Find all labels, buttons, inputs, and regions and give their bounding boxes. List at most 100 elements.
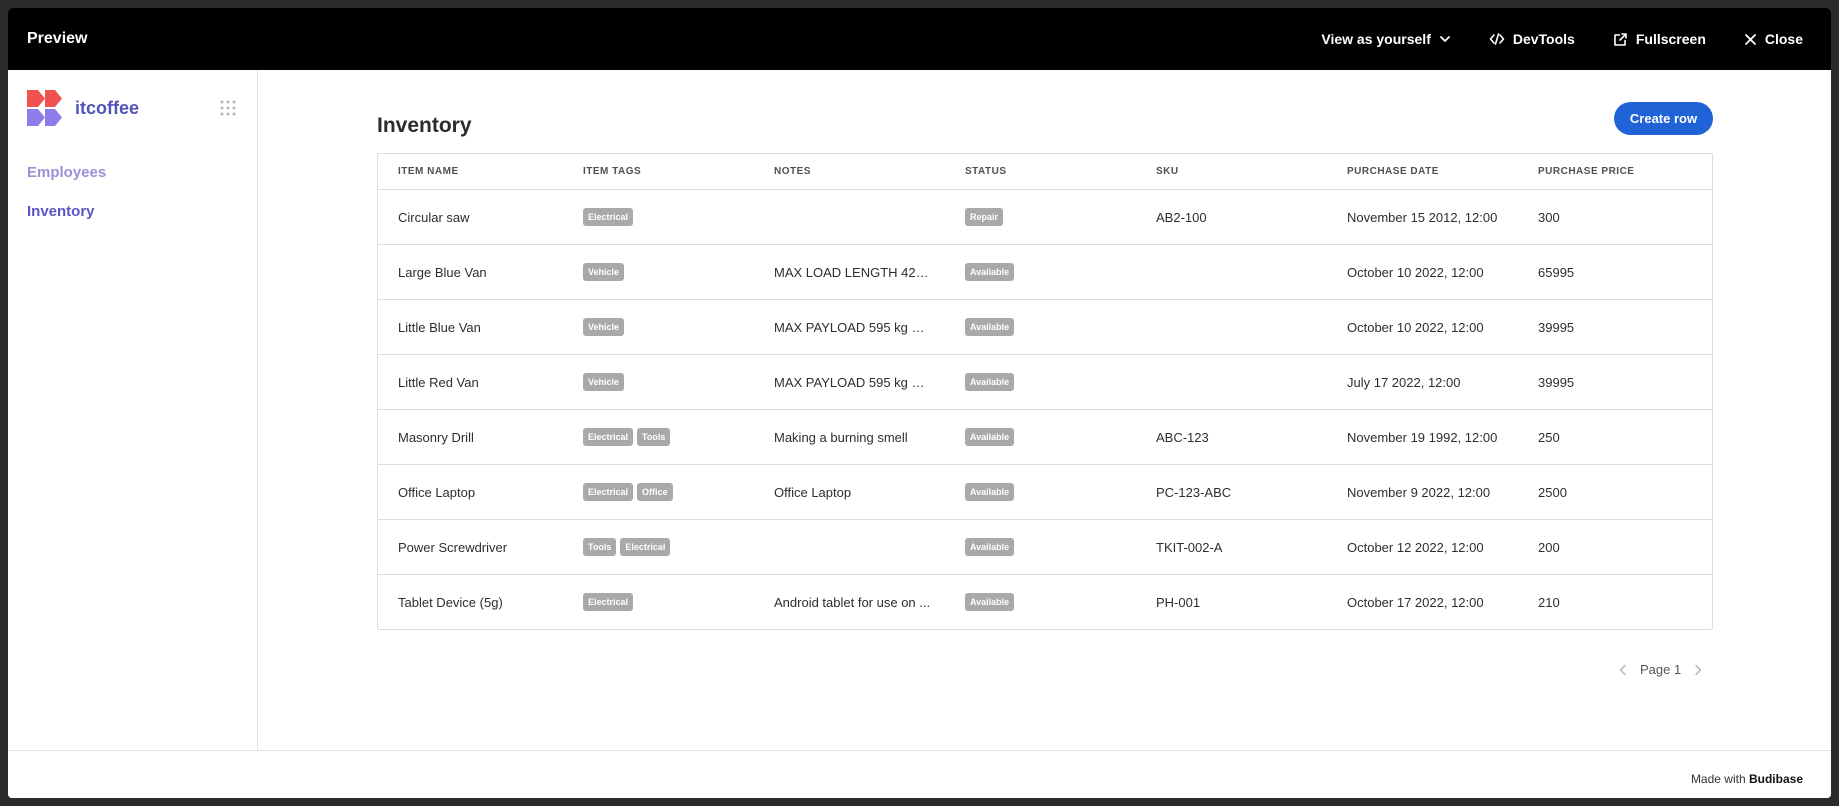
- cell-sku: AB2-100: [1156, 209, 1207, 225]
- table-row[interactable]: Circular saw Electrical Repair AB2-100 Novem…: [378, 190, 1712, 245]
- cell-item-tags: Vehicle: [563, 263, 754, 281]
- status-badge: Available: [965, 593, 1015, 611]
- preview-topbar: Preview View as yourself DevTools Fullsc…: [8, 8, 1831, 70]
- made-with-text: Made with: [1690, 772, 1746, 786]
- tag-badge: Tools: [637, 428, 671, 446]
- cell-purchase-date: October 10 2022, 12:00: [1347, 319, 1484, 335]
- column-header-status[interactable]: STATUS: [945, 166, 1136, 177]
- column-header-item-name[interactable]: ITEM NAME: [378, 166, 563, 177]
- view-as-dropdown[interactable]: View as yourself: [1321, 31, 1450, 47]
- table-row[interactable]: Little Red Van Vehicle MAX PAYLOAD 595 kg …: [378, 355, 1712, 410]
- table-header: ITEM NAME ITEM TAGS NOTES STATUS SKU PUR…: [378, 154, 1712, 190]
- close-label: Close: [1764, 31, 1803, 47]
- column-header-purchase-price[interactable]: PURCHASE PRICE: [1518, 166, 1712, 177]
- cell-item-tags: Vehicle: [563, 373, 754, 391]
- cell-purchase-price: 300: [1538, 209, 1560, 225]
- cell-status: Available: [945, 263, 1136, 281]
- tag-badge: Vehicle: [583, 263, 625, 281]
- brand[interactable]: itcoffee: [27, 90, 139, 126]
- cell-purchase-date: July 17 2022, 12:00: [1347, 374, 1461, 390]
- cell-status: Repair: [945, 208, 1136, 226]
- tag-badge: Office: [637, 483, 673, 501]
- status-badge: Available: [965, 318, 1015, 336]
- table-row[interactable]: Little Blue Van Vehicle MAX PAYLOAD 595 kg…: [378, 300, 1712, 355]
- cell-status: Available: [945, 538, 1136, 556]
- column-header-item-tags[interactable]: ITEM TAGS: [563, 166, 754, 177]
- chevron-left-icon[interactable]: [1618, 664, 1628, 676]
- sidebar: itcoffee Employees Inventory: [8, 70, 258, 750]
- cell-item-name: Little Red Van: [398, 374, 479, 390]
- table-row[interactable]: Masonry Drill Electrical Tools Making a bur…: [378, 410, 1712, 465]
- cell-item-name: Little Blue Van: [398, 319, 481, 335]
- brand-logo-icon: [27, 90, 62, 126]
- status-badge: Available: [965, 263, 1015, 281]
- cell-sku: PC-123-ABC: [1156, 484, 1232, 500]
- status-badge: Available: [965, 483, 1015, 501]
- column-header-sku[interactable]: SKU: [1136, 166, 1327, 177]
- cell-sku: PH-001: [1156, 594, 1201, 610]
- fullscreen-label: Fullscreen: [1635, 31, 1706, 47]
- preview-modal: Preview View as yourself DevTools Fullsc…: [8, 8, 1831, 798]
- cell-item-name: Large Blue Van: [398, 264, 487, 280]
- topbar-actions: View as yourself DevTools Fullscreen Clo…: [1321, 8, 1803, 70]
- tag-badge: Electrical: [620, 538, 671, 556]
- column-header-notes[interactable]: NOTES: [754, 166, 945, 177]
- cell-sku: ABC-123: [1156, 429, 1209, 445]
- status-badge: Available: [965, 538, 1015, 556]
- made-with-budibase[interactable]: Made with Budibase: [1691, 772, 1803, 786]
- cell-item-tags: Electrical Tools: [563, 428, 754, 446]
- cell-purchase-date: October 10 2022, 12:00: [1347, 264, 1484, 280]
- table-row[interactable]: Tablet Device (5g) Electrical Android tabl…: [378, 575, 1712, 629]
- column-header-purchase-date[interactable]: PURCHASE DATE: [1327, 166, 1518, 177]
- cell-status: Available: [945, 428, 1136, 446]
- cell-purchase-price: 210: [1538, 594, 1560, 610]
- cell-purchase-date: November 15 2012, 12:00: [1347, 209, 1498, 225]
- cell-item-tags: Electrical: [563, 593, 754, 611]
- chevron-right-icon[interactable]: [1693, 664, 1703, 676]
- tag-badge: Electrical: [583, 208, 634, 226]
- table-row[interactable]: Office Laptop Electrical Office Office Lapt…: [378, 465, 1712, 520]
- sidebar-item-employees[interactable]: Employees: [27, 164, 106, 181]
- page-label: Page 1: [1640, 662, 1682, 677]
- cell-notes: Making a burning smell: [774, 429, 908, 445]
- external-link-icon: [1614, 32, 1627, 46]
- table-row[interactable]: Large Blue Van Vehicle MAX LOAD LENGTH 425…: [378, 245, 1712, 300]
- devtools-button[interactable]: DevTools: [1489, 31, 1575, 47]
- tag-badge: Tools: [583, 538, 617, 556]
- table-row[interactable]: Power Screwdriver Tools Electrical Availabl…: [378, 520, 1712, 575]
- sidebar-item-inventory[interactable]: Inventory: [27, 203, 106, 220]
- cell-purchase-date: November 19 1992, 12:00: [1347, 429, 1498, 445]
- cell-purchase-date: October 12 2022, 12:00: [1347, 539, 1484, 555]
- status-badge: Repair: [965, 208, 1004, 226]
- table-body: Circular saw Electrical Repair AB2-100 Novem…: [378, 190, 1712, 629]
- pagination: Page 1: [1618, 662, 1703, 677]
- cell-item-name: Power Screwdriver: [398, 539, 508, 555]
- fullscreen-button[interactable]: Fullscreen: [1613, 31, 1706, 47]
- preview-title: Preview: [27, 30, 88, 47]
- cell-item-tags: Vehicle: [563, 318, 754, 336]
- create-row-button[interactable]: Create row: [1614, 102, 1713, 135]
- cell-notes: MAX PAYLOAD 595 kg MA...: [774, 374, 942, 390]
- cell-status: Available: [945, 483, 1136, 501]
- budibase-brand: Budibase: [1748, 772, 1803, 786]
- devtools-label: DevTools: [1512, 31, 1575, 47]
- cell-purchase-price: 39995: [1538, 319, 1575, 335]
- tag-badge: Electrical: [583, 593, 634, 611]
- cell-status: Available: [945, 593, 1136, 611]
- tag-badge: Electrical: [583, 428, 634, 446]
- cell-purchase-price: 200: [1538, 539, 1560, 555]
- cell-purchase-price: 39995: [1538, 374, 1575, 390]
- close-icon: [1744, 33, 1756, 45]
- app-grid-icon[interactable]: [220, 100, 236, 116]
- cell-item-name: Tablet Device (5g): [398, 594, 503, 610]
- cell-purchase-price: 250: [1538, 429, 1560, 445]
- main-content: Inventory Create row ITEM NAME ITEM TAGS…: [258, 70, 1831, 750]
- status-badge: Available: [965, 428, 1015, 446]
- tag-badge: Vehicle: [583, 373, 625, 391]
- cell-notes: MAX LOAD LENGTH 4256 ...: [774, 264, 945, 280]
- cell-item-name: Circular saw: [398, 209, 470, 225]
- close-button[interactable]: Close: [1744, 31, 1803, 47]
- cell-purchase-price: 2500: [1538, 484, 1567, 500]
- cell-notes: MAX PAYLOAD 595 kg MA...: [774, 319, 942, 335]
- cell-item-tags: Tools Electrical: [563, 538, 754, 556]
